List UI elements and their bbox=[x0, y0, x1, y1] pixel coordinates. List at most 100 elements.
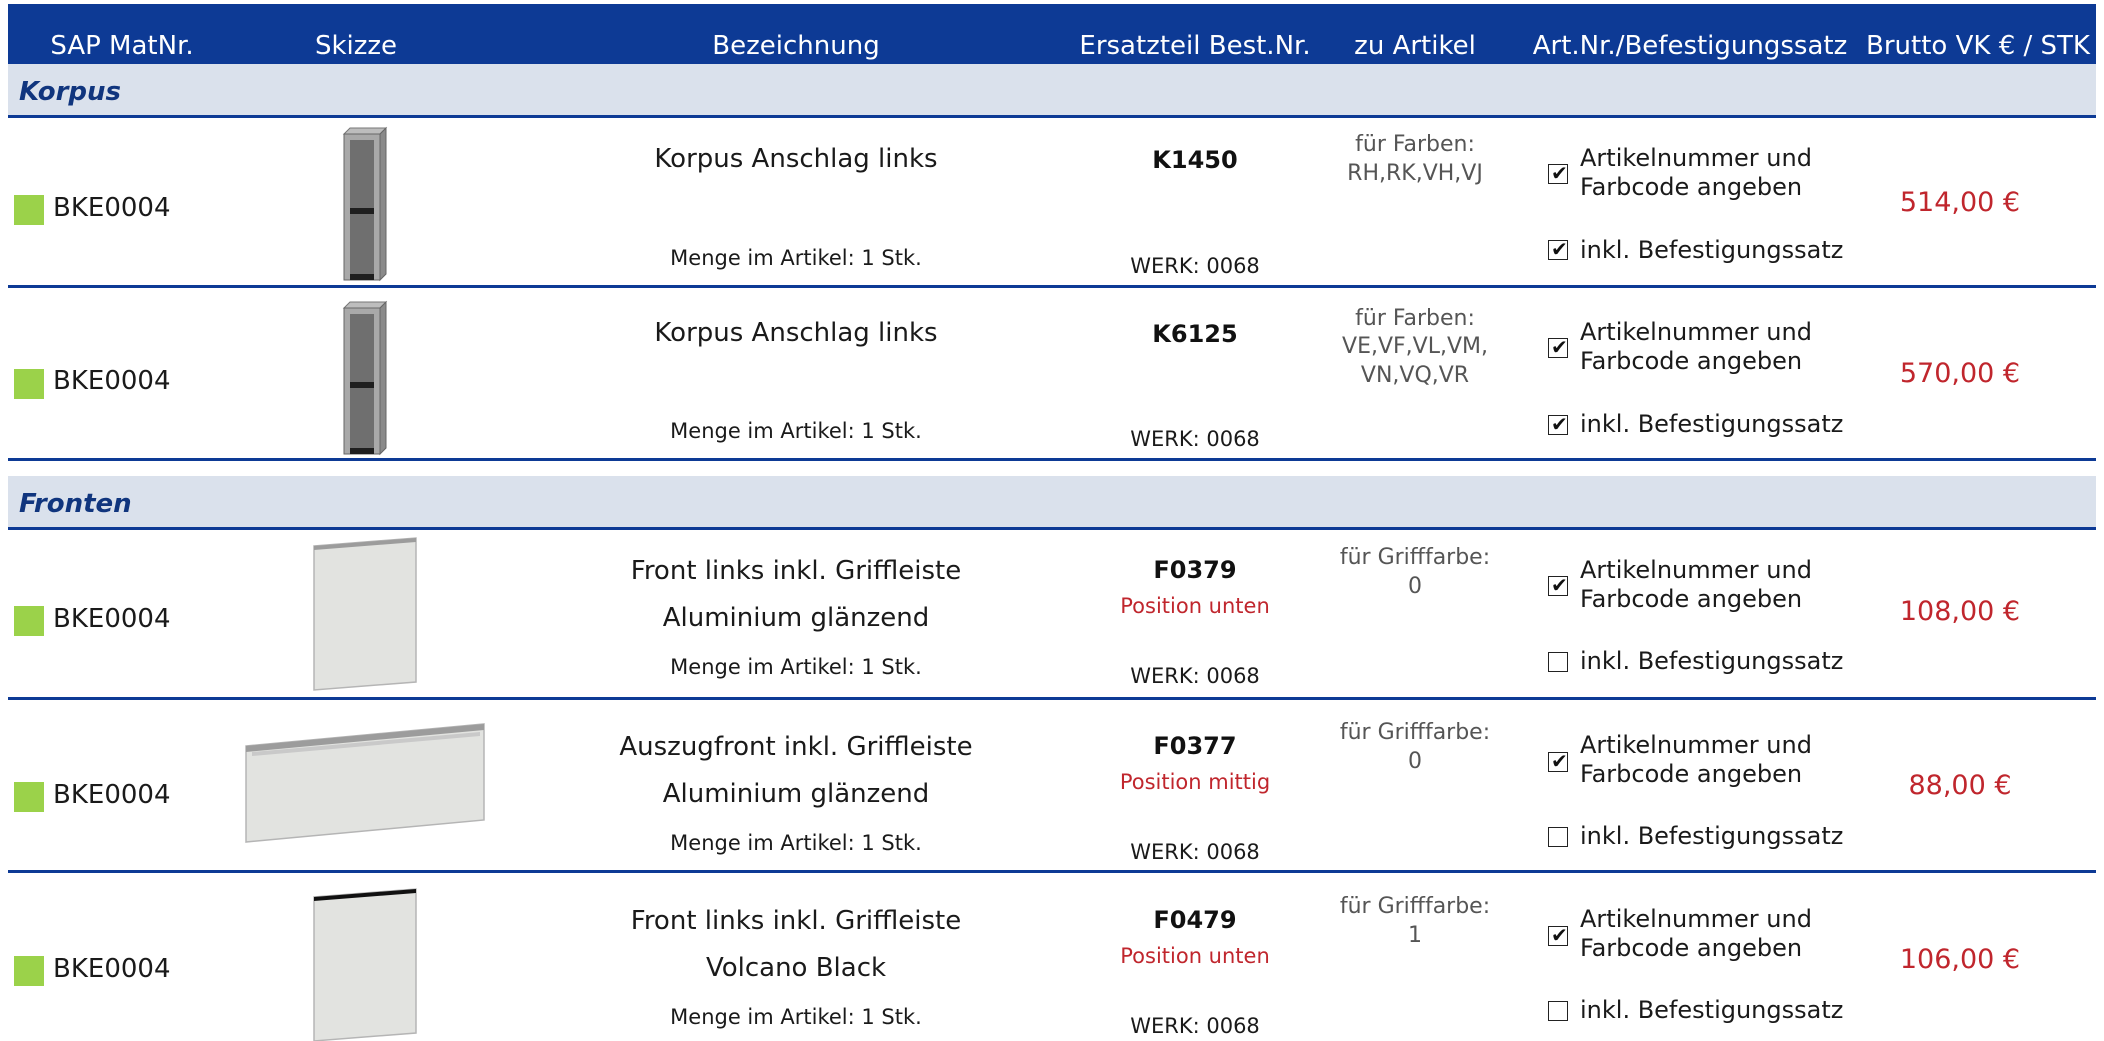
table-row: BKE0004 Auszugfront inkl. Griffleiste Al… bbox=[0, 700, 2104, 870]
ersatzteil-nr: K6125 bbox=[1152, 320, 1238, 348]
header-skizze: Skizze bbox=[314, 31, 398, 61]
front-sketch-icon bbox=[313, 888, 417, 1041]
ersatzteil-nr: K1450 bbox=[1152, 146, 1238, 174]
checkbox-label: inkl. Befestigungssatz bbox=[1580, 996, 1844, 1024]
table-row: BKE0004 Front links inkl. Griffleiste Al… bbox=[0, 530, 2104, 698]
menge: Menge im Artikel: 1 Stk. bbox=[670, 655, 922, 679]
ersatzteil-nr: F0479 bbox=[1153, 906, 1237, 934]
front-sketch-icon bbox=[313, 537, 417, 691]
sap-matnr: BKE0004 bbox=[53, 604, 171, 634]
checkbox-label: Artikelnummer und bbox=[1580, 556, 1812, 584]
price: 570,00 € bbox=[1899, 358, 2021, 389]
zu-artikel-line2: VE,VF,VL,VM, bbox=[1342, 334, 1488, 359]
zu-artikel-line1: für Farben: bbox=[1355, 306, 1475, 331]
artikelnummer-checkbox[interactable]: ✔ bbox=[1548, 335, 1568, 359]
check-icon: ✔ bbox=[1551, 237, 1568, 261]
werk: WERK: 0068 bbox=[1130, 664, 1260, 688]
werk: WERK: 0068 bbox=[1130, 840, 1260, 864]
table-row: BKE0004 Korpus Anschlag links Menge im A… bbox=[0, 118, 2104, 286]
status-square bbox=[14, 606, 44, 636]
header-artnr: Art.Nr./Befestigungssatz bbox=[1532, 31, 1848, 61]
zu-artikel-line2: 1 bbox=[1408, 923, 1422, 948]
ersatzteil-nr: F0379 bbox=[1153, 556, 1237, 584]
bezeichnung-line2: Aluminium glänzend bbox=[662, 779, 930, 809]
check-icon: ✔ bbox=[1551, 335, 1568, 359]
checkbox-label: Artikelnummer und bbox=[1580, 144, 1812, 172]
korpus-sketch-icon bbox=[342, 126, 388, 282]
status-square bbox=[14, 369, 44, 399]
header-zu-artikel: zu Artikel bbox=[1354, 31, 1476, 61]
header-sap-matnr: SAP MatNr. bbox=[50, 31, 194, 61]
status-square bbox=[14, 782, 44, 812]
checkbox-label: inkl. Befestigungssatz bbox=[1580, 647, 1844, 675]
befestigungssatz-checkbox[interactable] bbox=[1548, 1001, 1568, 1021]
price: 514,00 € bbox=[1899, 187, 2021, 218]
korpus-sketch-icon bbox=[342, 300, 388, 456]
sap-matnr: BKE0004 bbox=[53, 954, 171, 984]
zu-artikel-line1: für Grifffarbe: bbox=[1339, 720, 1491, 745]
bezeichnung: Korpus Anschlag links bbox=[654, 318, 938, 348]
befestigungssatz-checkbox[interactable] bbox=[1548, 652, 1568, 672]
table-row: BKE0004 Korpus Anschlag links Menge im A… bbox=[0, 288, 2104, 458]
bezeichnung: Auszugfront inkl. Griffleiste bbox=[619, 732, 973, 762]
artikelnummer-checkbox[interactable]: ✔ bbox=[1548, 161, 1568, 185]
artikelnummer-checkbox[interactable]: ✔ bbox=[1548, 749, 1568, 773]
sap-matnr: BKE0004 bbox=[53, 780, 171, 810]
checkbox-label: Farbcode angeben bbox=[1580, 347, 1803, 375]
status-square bbox=[14, 195, 44, 225]
position-note: Position unten bbox=[1120, 594, 1270, 618]
header-bezeichnung: Bezeichnung bbox=[712, 31, 880, 61]
zu-artikel-line1: für Grifffarbe: bbox=[1339, 545, 1491, 570]
check-icon: ✔ bbox=[1551, 749, 1568, 773]
checkbox-label: inkl. Befestigungssatz bbox=[1580, 236, 1844, 264]
section-title-fronten: Fronten bbox=[19, 489, 132, 519]
table-row: BKE0004 Front links inkl. Griffleiste Vo… bbox=[0, 873, 2104, 1041]
bezeichnung: Korpus Anschlag links bbox=[654, 144, 938, 174]
menge: Menge im Artikel: 1 Stk. bbox=[670, 246, 922, 270]
check-icon: ✔ bbox=[1551, 161, 1568, 185]
checkbox-label: inkl. Befestigungssatz bbox=[1580, 822, 1844, 850]
checkbox-label: Artikelnummer und bbox=[1580, 731, 1812, 759]
sap-matnr: BKE0004 bbox=[53, 193, 171, 223]
check-icon: ✔ bbox=[1551, 573, 1568, 597]
header-brutto: Brutto VK € / STK bbox=[1866, 31, 2090, 61]
werk: WERK: 0068 bbox=[1130, 427, 1260, 451]
price: 106,00 € bbox=[1899, 944, 2021, 975]
checkbox-label: Farbcode angeben bbox=[1580, 760, 1803, 788]
header-ersatzteil: Ersatzteil Best.Nr. bbox=[1079, 31, 1311, 61]
checkbox-label: Artikelnummer und bbox=[1580, 318, 1812, 346]
zu-artikel-line2: 0 bbox=[1408, 749, 1422, 774]
price: 88,00 € bbox=[1908, 770, 2012, 801]
befestigungssatz-checkbox[interactable]: ✔ bbox=[1548, 237, 1568, 261]
werk: WERK: 0068 bbox=[1130, 254, 1260, 278]
menge: Menge im Artikel: 1 Stk. bbox=[670, 419, 922, 443]
bezeichnung-line2: Aluminium glänzend bbox=[662, 603, 930, 633]
section-bar-korpus bbox=[8, 64, 2096, 116]
checkbox-label: Artikelnummer und bbox=[1580, 905, 1812, 933]
artikelnummer-checkbox[interactable]: ✔ bbox=[1548, 573, 1568, 597]
zu-artikel-line1: für Farben: bbox=[1355, 132, 1475, 157]
status-square bbox=[14, 956, 44, 986]
werk: WERK: 0068 bbox=[1130, 1014, 1260, 1038]
price: 108,00 € bbox=[1899, 596, 2021, 627]
befestigungssatz-checkbox[interactable]: ✔ bbox=[1548, 412, 1568, 436]
front-sketch-icon bbox=[245, 723, 485, 843]
artikelnummer-checkbox[interactable]: ✔ bbox=[1548, 923, 1568, 947]
bezeichnung-line2: Volcano Black bbox=[705, 953, 887, 983]
check-icon: ✔ bbox=[1551, 412, 1568, 436]
ersatzteil-nr: F0377 bbox=[1153, 732, 1237, 760]
bezeichnung: Front links inkl. Griffleiste bbox=[630, 906, 962, 936]
section-title-korpus: Korpus bbox=[19, 77, 122, 107]
sap-matnr: BKE0004 bbox=[53, 366, 171, 396]
zu-artikel-line1: für Grifffarbe: bbox=[1339, 894, 1491, 919]
check-icon: ✔ bbox=[1551, 923, 1568, 947]
checkbox-label: Farbcode angeben bbox=[1580, 585, 1803, 613]
menge: Menge im Artikel: 1 Stk. bbox=[670, 1005, 922, 1029]
checkbox-label: Farbcode angeben bbox=[1580, 934, 1803, 962]
position-note: Position mittig bbox=[1119, 770, 1271, 794]
befestigungssatz-checkbox[interactable] bbox=[1548, 827, 1568, 847]
checkbox-label: inkl. Befestigungssatz bbox=[1580, 410, 1844, 438]
zu-artikel-line3: VN,VQ,VR bbox=[1360, 363, 1470, 388]
checkbox-label: Farbcode angeben bbox=[1580, 173, 1803, 201]
section-bar-fronten bbox=[8, 476, 2096, 528]
